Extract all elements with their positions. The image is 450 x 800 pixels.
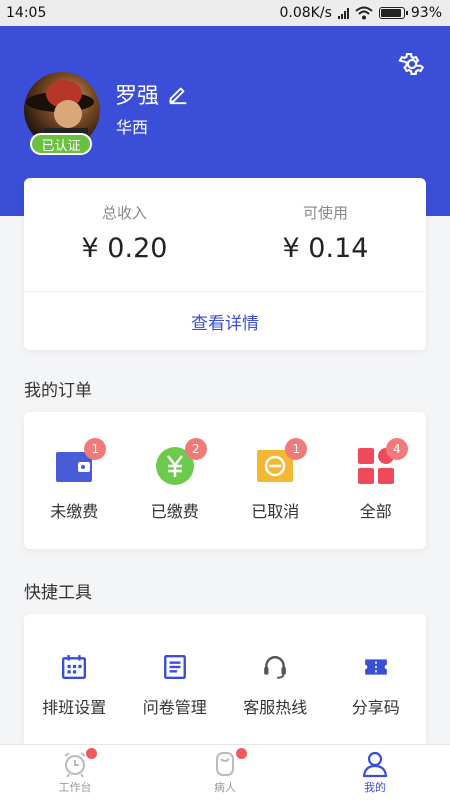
tab-workbench[interactable]: 工作台	[0, 745, 150, 800]
user-name-row: 罗强	[115, 78, 189, 110]
order-unpaid-badge: 1	[84, 438, 107, 460]
total-income-value: ¥ 0.20	[81, 233, 168, 264]
document-icon	[163, 654, 186, 680]
user-name: 罗强	[115, 84, 160, 109]
notification-dot	[86, 748, 97, 759]
orders-card: 1 未缴费 2 已缴费 1 已取消 4 全部	[24, 412, 426, 549]
order-cancelled[interactable]: 1 已取消	[225, 412, 326, 549]
tool-schedule-label: 排班设置	[42, 698, 107, 717]
tab-patients-label: 病人	[214, 781, 236, 794]
order-all[interactable]: 4 全部	[326, 412, 427, 549]
income-card: 总收入 ¥ 0.20 可使用 ¥ 0.14 查看详情	[24, 178, 426, 350]
tool-share-code-label: 分享码	[351, 698, 400, 717]
bottom-tab-bar: 工作台 病人 我的	[0, 744, 450, 800]
order-cancelled-badge: 1	[285, 438, 308, 460]
status-bar: 14:05 0.08K/s 93%	[0, 0, 450, 26]
tools-section-title: 快捷工具	[24, 583, 92, 603]
person-icon	[362, 751, 388, 778]
available-income: 可使用 ¥ 0.14	[225, 178, 426, 264]
tab-mine-label: 我的	[364, 781, 386, 794]
edit-icon[interactable]	[167, 83, 189, 105]
calendar-icon	[62, 655, 87, 680]
available-income-value: ¥ 0.14	[282, 233, 369, 264]
battery-icon	[378, 7, 408, 19]
ticket-icon	[364, 659, 387, 675]
signal-icon	[337, 7, 349, 19]
tab-patients[interactable]: 病人	[150, 745, 300, 800]
tool-questionnaire-label: 问卷管理	[142, 698, 207, 717]
notification-dot	[236, 748, 247, 759]
network-speed: 0.08K/s	[279, 5, 332, 21]
hospital-name: 华西	[116, 118, 149, 137]
verified-badge: 已认证	[30, 133, 92, 155]
order-paid-label: 已缴费	[150, 502, 199, 521]
order-all-label: 全部	[359, 502, 392, 521]
gear-icon[interactable]	[398, 50, 426, 78]
total-income: 总收入 ¥ 0.20	[24, 178, 225, 264]
tools-card: 排班设置 问卷管理 客服热线 分享码	[24, 614, 426, 744]
headset-icon	[264, 656, 287, 679]
patient-icon	[216, 752, 234, 776]
orders-section-title: 我的订单	[24, 381, 92, 401]
order-all-badge: 4	[385, 438, 408, 460]
order-cancelled-label: 已取消	[251, 502, 300, 521]
status-indicators: 0.08K/s 93%	[280, 5, 443, 21]
total-income-label: 总收入	[101, 204, 147, 222]
tool-questionnaire[interactable]: 问卷管理	[125, 614, 226, 744]
wifi-icon	[355, 6, 373, 20]
battery-percent: 93%	[410, 5, 442, 21]
order-paid[interactable]: 2 已缴费	[125, 412, 226, 549]
tab-mine[interactable]: 我的	[300, 745, 450, 800]
order-unpaid[interactable]: 1 未缴费	[24, 412, 125, 549]
order-unpaid-label: 未缴费	[50, 502, 99, 521]
tool-hotline-label: 客服热线	[243, 698, 308, 717]
alarm-clock-icon	[64, 752, 86, 778]
available-income-label: 可使用	[302, 204, 348, 222]
tool-hotline[interactable]: 客服热线	[225, 614, 326, 744]
tool-schedule[interactable]: 排班设置	[24, 614, 125, 744]
view-details-link[interactable]: 查看详情	[24, 292, 426, 350]
status-time: 14:05	[6, 5, 47, 21]
tab-workbench-label: 工作台	[58, 781, 92, 794]
tool-share-code[interactable]: 分享码	[326, 614, 427, 744]
order-paid-badge: 2	[184, 438, 207, 460]
